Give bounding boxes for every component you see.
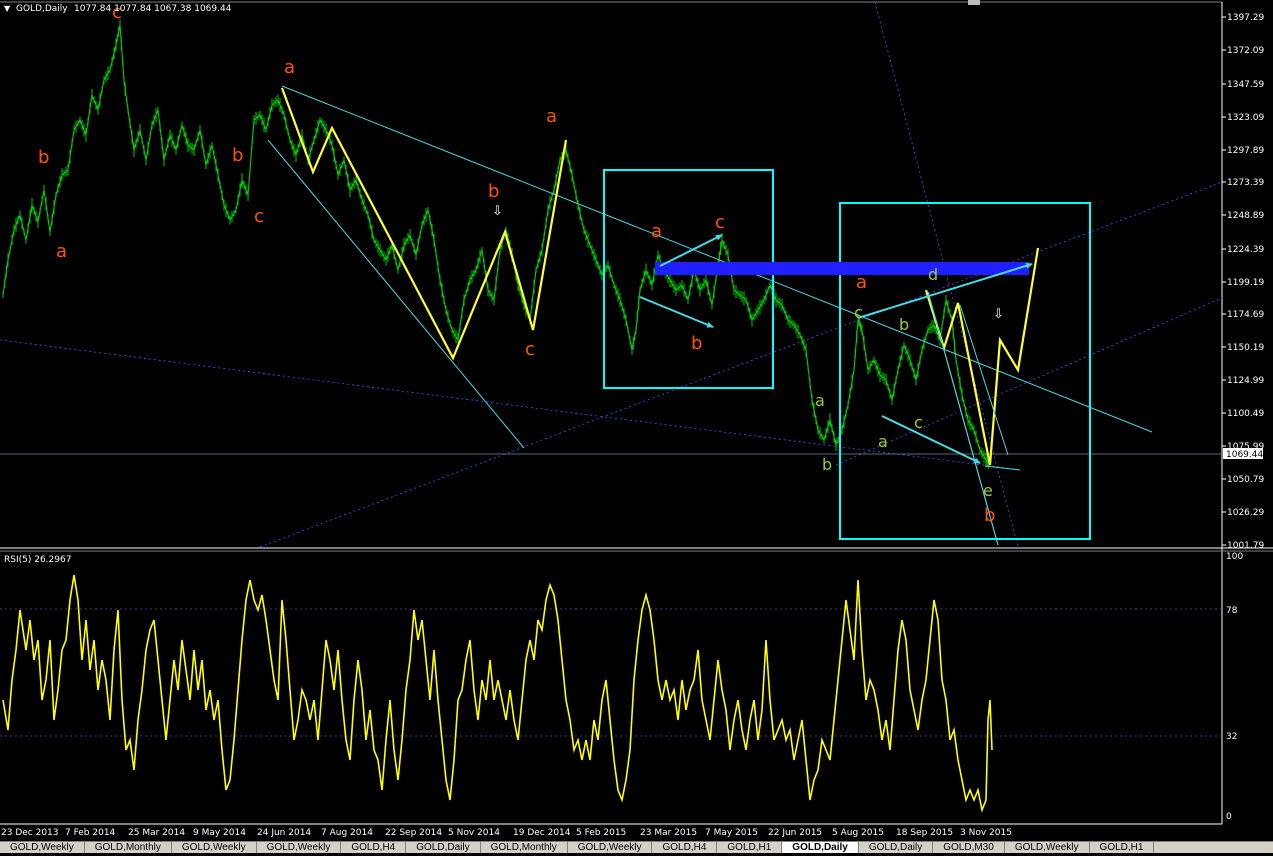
wave-label-orange: c [254, 206, 264, 227]
price-axis-label: 1323.09 [1227, 113, 1264, 123]
arrow-down-box1[interactable] [639, 296, 714, 328]
price-axis-label: 1297.89 [1227, 146, 1264, 156]
price-axis-label: 1273.39 [1227, 178, 1264, 188]
rsi-axis-label: 100 [1226, 552, 1243, 562]
rsi-axis-label: 32 [1226, 732, 1237, 742]
date-axis-label: 22 Jun 2015 [768, 828, 822, 838]
chart-tab[interactable]: GOLD,Weekly [172, 842, 257, 853]
chart-tab[interactable]: GOLD,Daily [406, 842, 481, 853]
down-marker-2: ⇩ [993, 307, 1004, 322]
chart-tab[interactable]: GOLD,Monthly [85, 842, 172, 853]
price-axis-label: 1199.19 [1227, 278, 1264, 288]
rsi-axis-label: 0 [1226, 812, 1232, 822]
wave-label-orange: c [715, 212, 725, 233]
wave-label-orange: b [984, 505, 995, 526]
short-support-line[interactable] [984, 465, 1021, 471]
wave-label-orange: b [38, 147, 49, 168]
price-chart[interactable]: cababcabca cbabcbdabcae ⇩ ⇩ ▼ GOLD,Daily … [0, 0, 1273, 852]
price-axis-label: 1150.19 [1227, 343, 1264, 353]
chart-tab[interactable]: GOLD,H4 [341, 842, 407, 853]
trend-line-rising-2[interactable] [835, 297, 1223, 466]
wave-label-orange: b [691, 333, 702, 354]
wave-label-green: d [928, 265, 938, 284]
rsi-axis-label: 78 [1226, 606, 1238, 616]
chart-tabs[interactable]: GOLD,Weekly GOLD,Monthly GOLD,Weekly GOLD,W… [0, 841, 1273, 853]
date-axis-label: 3 Nov 2015 [960, 828, 1012, 838]
date-axis-label: 7 Feb 2014 [65, 828, 116, 838]
channel-lower-line[interactable] [267, 139, 525, 449]
price-axis-label: 1026.29 [1227, 508, 1264, 518]
wave-label-orange: a [651, 221, 662, 242]
resistance-zone[interactable] [655, 262, 1029, 275]
current-price-label: 1069.44 [1226, 450, 1263, 460]
chart-tab[interactable]: GOLD,Weekly [568, 842, 653, 853]
price-axis-label: 1397.29 [1227, 13, 1264, 23]
chart-tab[interactable]: GOLD,Monthly [481, 842, 568, 853]
chart-window[interactable]: cababcabcacbabcbdabcae ⇩ ⇩ ▼ GOLD,Daily … [0, 0, 1273, 853]
price-axis[interactable]: 1397.29 1372.09 1347.59 1323.09 1297.89 1273.… [1222, 13, 1264, 551]
symbol-dropdown-icon[interactable]: ▼ [4, 4, 11, 13]
wave-label-green: b [899, 315, 909, 334]
price-axis-label: 1001.79 [1227, 541, 1264, 551]
chart-tab[interactable]: GOLD,Weekly [0, 842, 85, 853]
consolidation-box-1[interactable] [603, 169, 774, 389]
ohlc-values: 1077.84 1077.84 1067.38 1069.44 [74, 4, 232, 14]
price-axis-label: 1050.79 [1227, 475, 1264, 485]
rsi-series [2, 574, 993, 813]
wave-label-orange: c [525, 339, 535, 360]
wave-label-orange: a [856, 272, 867, 293]
price-series [2, 24, 991, 466]
date-axis-label: 24 Jun 2014 [257, 828, 311, 838]
down-marker-1: ⇩ [492, 204, 503, 219]
wave-label-green: e [983, 481, 993, 500]
wave-label-orange: b [488, 181, 499, 202]
chart-tab[interactable]: GOLD,H4 [652, 842, 718, 853]
wave-label-orange: b [232, 145, 243, 166]
price-axis-label: 1124.99 [1227, 376, 1264, 386]
rsi-axis: 100 78 32 0 [1226, 552, 1243, 822]
wave-label-orange: a [284, 57, 295, 78]
window-scroll-handle[interactable] [968, 0, 980, 5]
date-axis-label: 23 Dec 2013 [1, 828, 59, 838]
chart-tab[interactable]: GOLD,M30 [933, 842, 1005, 853]
rsi-title: RSI(5) 26.2967 [4, 555, 71, 565]
date-axis-label: 5 Feb 2015 [576, 828, 626, 838]
chart-tab[interactable]: GOLD,H1 [1090, 842, 1155, 853]
wave-label-green: a [815, 391, 825, 410]
date-axis-label: 18 Sep 2015 [896, 828, 953, 838]
date-axis-label: 19 Dec 2014 [513, 828, 571, 838]
chart-tab[interactable]: GOLD,Daily [782, 842, 859, 853]
wave-label-green: a [878, 432, 888, 451]
wave-label-orange: a [546, 106, 557, 127]
channel-upper-line[interactable] [281, 85, 1153, 433]
wave-label-green: c [914, 413, 923, 432]
wave-label-green: b [822, 455, 832, 474]
arrow-down-box2[interactable] [881, 415, 981, 464]
wave-label-orange: a [56, 241, 67, 262]
chart-tab[interactable]: GOLD,Weekly [257, 842, 342, 853]
wave-label-green: c [854, 303, 863, 322]
date-axis: 23 Dec 2013 7 Feb 2014 25 Mar 2014 9 May 20… [1, 828, 1012, 838]
date-axis-label: 7 May 2015 [705, 828, 758, 838]
date-axis-label: 7 Aug 2014 [321, 828, 373, 838]
chart-tab[interactable]: GOLD,Daily [859, 842, 934, 853]
price-axis-label: 1224.39 [1227, 245, 1264, 255]
date-axis-label: 22 Sep 2014 [385, 828, 442, 838]
price-axis-label: 1100.49 [1227, 409, 1264, 419]
date-axis-label: 5 Nov 2014 [448, 828, 500, 838]
price-axis-label: 1372.09 [1227, 46, 1264, 56]
trend-line-rising[interactable] [259, 181, 1223, 548]
date-axis-label: 25 Mar 2014 [128, 828, 185, 838]
chart-tab[interactable]: GOLD,H1 [717, 842, 783, 853]
date-axis-label: 5 Aug 2015 [832, 828, 884, 838]
price-axis-label: 1248.89 [1227, 211, 1264, 221]
chart-tab[interactable]: GOLD,Weekly [1005, 842, 1090, 853]
date-axis-label: 9 May 2014 [193, 828, 246, 838]
price-axis-label: 1174.69 [1227, 310, 1264, 320]
symbol-title: GOLD,Daily [16, 4, 68, 14]
price-axis-label: 1347.59 [1227, 80, 1264, 90]
date-axis-label: 23 Mar 2015 [640, 828, 697, 838]
